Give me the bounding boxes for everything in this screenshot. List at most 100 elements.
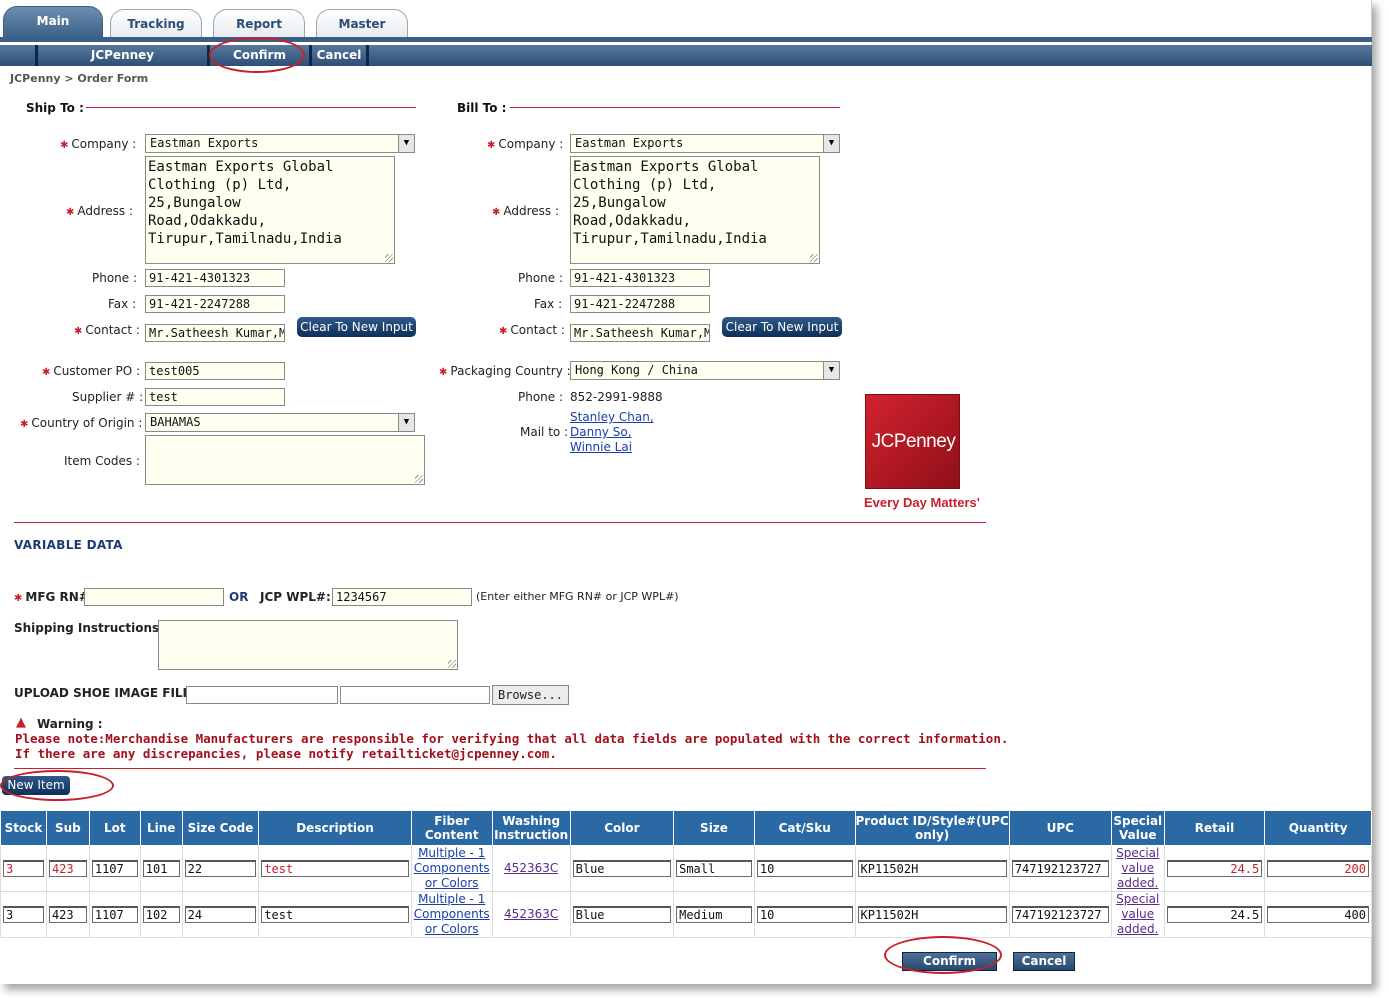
mail-to-link[interactable]: Winnie Lai [570, 440, 632, 454]
fiber-content-link[interactable]: Components [414, 907, 490, 922]
stock-input[interactable]: 3 [3, 860, 44, 877]
column-header: Size [673, 810, 755, 846]
description-input[interactable]: test [261, 906, 409, 923]
breadcrumb: JCPenny > Order Form [10, 72, 149, 85]
wpl-hint: (Enter either MFG RN# or JCP WPL#) [476, 590, 679, 603]
mail-to-link[interactable]: Stanley Chan, [570, 410, 654, 424]
mfg-label: ✱ MFG RN#: [14, 590, 94, 604]
resize-grip-icon[interactable] [385, 254, 393, 262]
origin-select[interactable]: BAHAMAS ▼ [145, 413, 415, 432]
special-value-link[interactable]: value [1114, 861, 1162, 876]
fiber-content-link[interactable]: Multiple - 1 [414, 892, 490, 907]
retail-input[interactable]: 24.5 [1166, 906, 1263, 923]
footer-cancel-button[interactable]: Cancel [1013, 952, 1075, 971]
resize-grip-icon[interactable] [415, 475, 423, 483]
pk-phone-label: Phone : [518, 390, 564, 404]
fiber-content-link[interactable]: or Colors [414, 876, 490, 891]
color-input[interactable]: Blue [572, 906, 672, 923]
fiber-content-link[interactable]: or Colors [414, 922, 490, 937]
ship-clear-button[interactable]: Clear To New Input [297, 317, 416, 337]
washing-instruction-link[interactable]: 452363C [495, 907, 568, 922]
ship-company-select[interactable]: Eastman Exports ▼ [145, 134, 415, 153]
stock-input[interactable]: 3 [3, 906, 44, 923]
special-value-link[interactable]: Special [1114, 846, 1162, 861]
upload-path-input-2[interactable] [340, 686, 490, 704]
special-value-link[interactable]: value [1114, 907, 1162, 922]
item-codes-field[interactable] [145, 435, 425, 485]
shipping-instructions-field[interactable] [158, 620, 458, 670]
fiber-content-link[interactable]: Components [414, 861, 490, 876]
size-code-input[interactable]: 22 [184, 860, 257, 877]
size-input[interactable]: Small [676, 860, 752, 877]
ship-contact-input[interactable]: Mr.Satheesh Kumar,Mr [145, 324, 285, 342]
bill-clear-button[interactable]: Clear To New Input [722, 317, 842, 337]
subnav-cancel-button[interactable]: Cancel [309, 45, 369, 66]
ship-fax-input[interactable]: 91-421-2247288 [145, 295, 285, 313]
supplier-input[interactable]: test [145, 388, 285, 406]
warning-line-1: Please note:Merchandise Manufacturers ar… [15, 731, 1009, 746]
retail-input[interactable]: 24.5 [1166, 860, 1263, 877]
lot-input[interactable]: 1107 [91, 906, 138, 923]
cat-sku-input[interactable]: 10 [756, 860, 853, 877]
washing-instruction-link[interactable]: 452363C [495, 861, 568, 876]
app-window: Main Tracking Report Master JCPenney Con… [0, 0, 1372, 984]
special-value-link[interactable]: added. [1114, 922, 1162, 937]
mfg-input[interactable] [84, 588, 224, 606]
chevron-down-icon: ▼ [823, 135, 839, 152]
quantity-input[interactable]: 400 [1267, 906, 1369, 923]
tab-report[interactable]: Report [213, 9, 305, 37]
description-input[interactable]: test [261, 860, 409, 877]
ship-fax-label: Fax : [108, 297, 137, 311]
sub-input[interactable]: 423 [48, 906, 87, 923]
customer-po-label: ✱ Customer PO : [42, 364, 141, 378]
wpl-input[interactable]: 1234567 [332, 588, 472, 606]
column-header: Product ID/Style#(UPC only) [854, 810, 1010, 846]
bill-address-field[interactable]: Eastman Exports Global Clothing (p) Ltd,… [570, 156, 820, 264]
packaging-label: ✱ Packaging Country : [439, 364, 571, 378]
bill-phone-input[interactable]: 91-421-4301323 [570, 269, 710, 287]
cat-sku-input[interactable]: 10 [756, 906, 853, 923]
mail-to-link[interactable]: Danny So, [570, 425, 632, 439]
bill-company-select[interactable]: Eastman Exports ▼ [570, 134, 840, 153]
tab-master[interactable]: Master [316, 9, 408, 37]
resize-grip-icon[interactable] [448, 660, 456, 668]
column-header: Description [258, 810, 412, 846]
ship-address-field[interactable]: Eastman Exports Global Clothing (p) Ltd,… [145, 156, 395, 264]
column-header: Sub [45, 810, 90, 846]
column-header: Color [569, 810, 675, 846]
warning-line-2: If there are any discrepancies, please n… [15, 746, 557, 761]
bill-phone-label: Phone : [518, 271, 564, 285]
column-header: Special Value [1110, 810, 1165, 846]
upc-input[interactable]: 747192123727 [1011, 860, 1109, 877]
special-value-link[interactable]: added. [1114, 876, 1162, 891]
fiber-content-link[interactable]: Multiple - 1 [414, 846, 490, 861]
resize-grip-icon[interactable] [810, 254, 818, 262]
line-input[interactable]: 101 [142, 860, 180, 877]
special-value-link[interactable]: Special [1114, 892, 1162, 907]
customer-po-input[interactable]: test005 [145, 362, 285, 380]
ship-contact-label: ✱ Contact : [74, 323, 140, 337]
size-code-input[interactable]: 24 [184, 906, 257, 923]
product-id-input[interactable]: KP11502H [857, 860, 1007, 877]
lot-input[interactable]: 1107 [91, 860, 138, 877]
upc-input[interactable]: 747192123727 [1011, 906, 1109, 923]
product-id-input[interactable]: KP11502H [857, 906, 1007, 923]
sub-input[interactable]: 423 [48, 860, 87, 877]
bill-to-title: Bill To : [457, 101, 507, 115]
line-input[interactable]: 102 [142, 906, 180, 923]
subnav-jcpenney[interactable]: JCPenney [35, 45, 207, 66]
bill-fax-input[interactable]: 91-421-2247288 [570, 295, 710, 313]
upload-path-input[interactable] [186, 686, 338, 704]
tab-underline [0, 37, 1372, 42]
items-table: Stock Sub Lot Line Size Code Description… [0, 810, 1372, 938]
quantity-input[interactable]: 200 [1267, 860, 1369, 877]
tab-main[interactable]: Main [3, 6, 103, 38]
browse-button[interactable]: Browse... [492, 685, 569, 705]
tab-tracking[interactable]: Tracking [110, 9, 202, 37]
packaging-select[interactable]: Hong Kong / China ▼ [570, 361, 840, 380]
ship-phone-input[interactable]: 91-421-4301323 [145, 269, 285, 287]
bill-contact-input[interactable]: Mr.Satheesh Kumar,Mr [570, 324, 710, 342]
upload-label: UPLOAD SHOE IMAGE FILE: [14, 686, 196, 700]
color-input[interactable]: Blue [572, 860, 672, 877]
size-input[interactable]: Medium [676, 906, 752, 923]
